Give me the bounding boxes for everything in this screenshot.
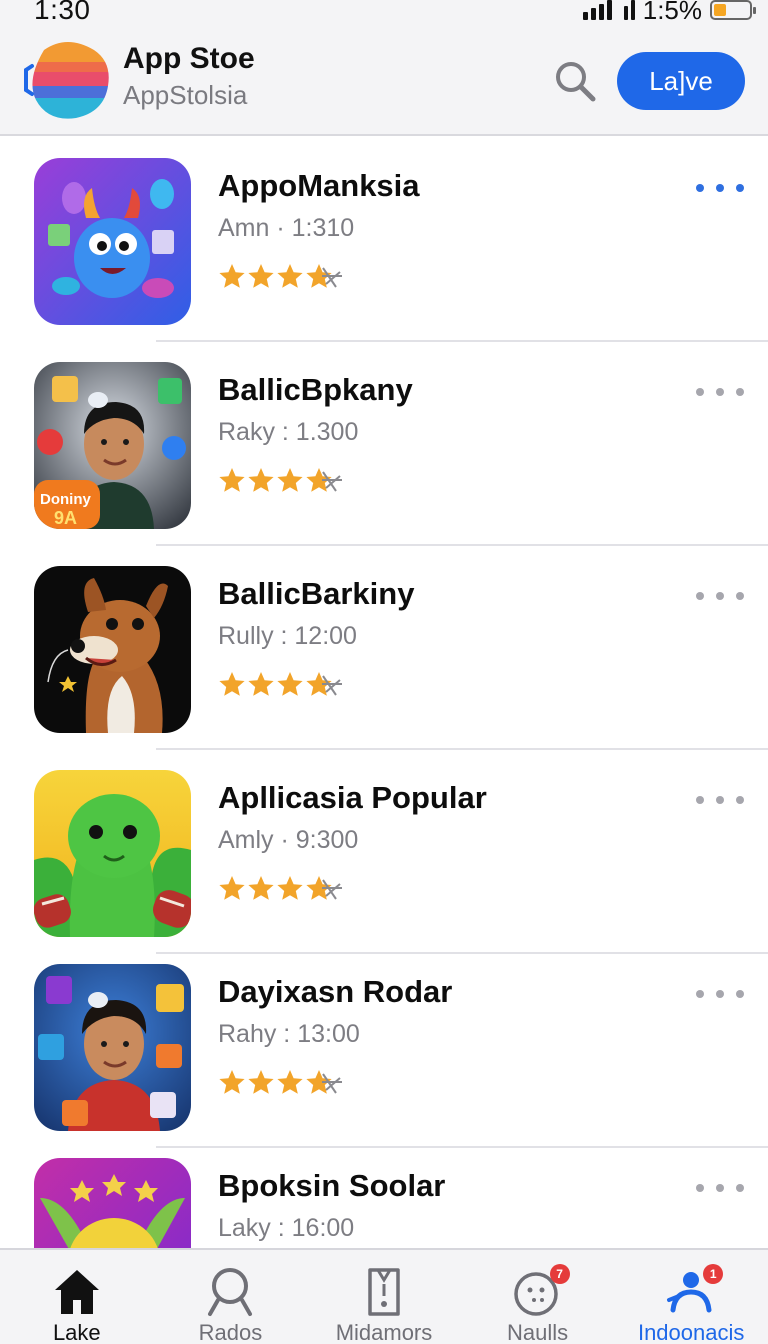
status-indicators: 1:5%	[582, 0, 756, 25]
app-row[interactable]: Apllicasia Popular Amly · 9:300	[0, 750, 768, 954]
app-meta: Raky : 1.300	[218, 418, 359, 446]
tab-naulls[interactable]: 7 Naulls	[461, 1250, 615, 1344]
star-rating-icon	[219, 468, 342, 492]
app-store-logo-icon	[22, 40, 112, 120]
rating-stars	[218, 1068, 352, 1098]
boy-portrait-icon: Doniny 9А	[34, 362, 191, 529]
app-header: App Stoe AppStolsia La]ve	[0, 24, 768, 136]
tab-label: Rados	[198, 1320, 263, 1344]
tab-label: Indoonacis	[637, 1320, 745, 1344]
app-subtitle: AppStolsia	[123, 80, 248, 110]
star-rating-icon	[219, 876, 342, 900]
more-options-button[interactable]	[696, 176, 744, 200]
app-row[interactable]: Doniny 9А BallicBpkany Raky : 1.300	[0, 342, 768, 546]
app-device-icon	[358, 1266, 410, 1318]
header-action-button[interactable]: La]ve	[617, 52, 745, 110]
tab-midamors[interactable]: Midamors	[307, 1250, 461, 1344]
search-button[interactable]	[550, 56, 600, 106]
notification-badge: 1	[703, 1264, 724, 1284]
notification-badge: 7	[549, 1264, 570, 1284]
tab-lake[interactable]: Lake	[0, 1250, 154, 1344]
wifi-icon	[623, 0, 635, 20]
app-meta: Rully : 12:00	[218, 622, 357, 650]
green-creature-icon	[34, 770, 191, 937]
app-name: Dayixasn Rodar	[218, 974, 453, 1009]
app-name: BallicBpkany	[218, 372, 413, 407]
app-row[interactable]: BallicBarkiny Rully : 12:00	[0, 546, 768, 750]
more-options-button[interactable]	[696, 982, 744, 1006]
app-name: Apllicasia Popular	[218, 780, 487, 815]
yellow-creature-icon	[34, 1158, 191, 1248]
face-icon: 7	[512, 1264, 570, 1318]
star-rating-icon	[219, 672, 342, 696]
app-title: App Stoe	[123, 42, 255, 75]
app-name: AppoManksia	[218, 168, 420, 203]
tab-rados[interactable]: Rados	[154, 1250, 308, 1344]
app-meta: Laky : 16:00	[218, 1214, 355, 1242]
icon-label-text: Doniny	[40, 491, 91, 508]
app-meta: Rahy : 13:00	[218, 1020, 360, 1048]
rating-stars	[218, 262, 352, 292]
app-row[interactable]: AppoManksia Amn · 1:310	[0, 138, 768, 342]
tab-label: Midamors	[335, 1320, 433, 1344]
more-options-button[interactable]	[696, 584, 744, 608]
app-row[interactable]: Bpoksin Soolar Laky : 16:00	[0, 1138, 768, 1248]
app-name: BallicBarkiny	[218, 576, 415, 611]
battery-icon	[710, 0, 756, 20]
more-options-button[interactable]	[696, 380, 744, 404]
rating-stars	[218, 670, 352, 700]
search-icon	[204, 1266, 256, 1318]
star-rating-icon	[219, 264, 342, 288]
battery-percent: 1:5%	[642, 0, 702, 25]
status-bar: 1:30 1:5%	[0, 0, 768, 25]
rating-stars	[218, 466, 352, 496]
fox-dog-icon	[34, 566, 191, 733]
app-meta: Amn · 1:310	[218, 214, 355, 242]
rating-stars	[218, 874, 352, 904]
tab-label: Lake	[52, 1320, 101, 1344]
tab-label: Naulls	[507, 1320, 569, 1344]
more-options-button[interactable]	[696, 788, 744, 812]
more-options-button[interactable]	[696, 1176, 744, 1200]
app-list: AppoManksia Amn · 1:310 Doniny 9А Ballic…	[0, 138, 768, 1248]
user-icon: 1	[665, 1264, 724, 1318]
cellular-signal-icon	[582, 0, 612, 20]
home-icon	[51, 1266, 103, 1318]
tab-indoonacis[interactable]: 1 Indoonacis	[614, 1250, 768, 1344]
status-time: 1:30	[34, 0, 91, 25]
app-name: Bpoksin Soolar	[218, 1168, 446, 1203]
blue-monster-icon	[34, 158, 191, 325]
bottom-tab-bar: Lake Rados Midamors 7 Naulls 1 Indoonaci…	[0, 1248, 768, 1344]
boy-portrait-red-icon	[34, 964, 191, 1131]
icon-number-text: 9А	[54, 508, 77, 528]
app-row[interactable]: Dayixasn Rodar Rahy : 13:00	[0, 944, 768, 1148]
search-icon	[556, 62, 596, 102]
star-rating-icon	[219, 1070, 342, 1094]
app-meta: Amly · 9:300	[218, 826, 359, 854]
